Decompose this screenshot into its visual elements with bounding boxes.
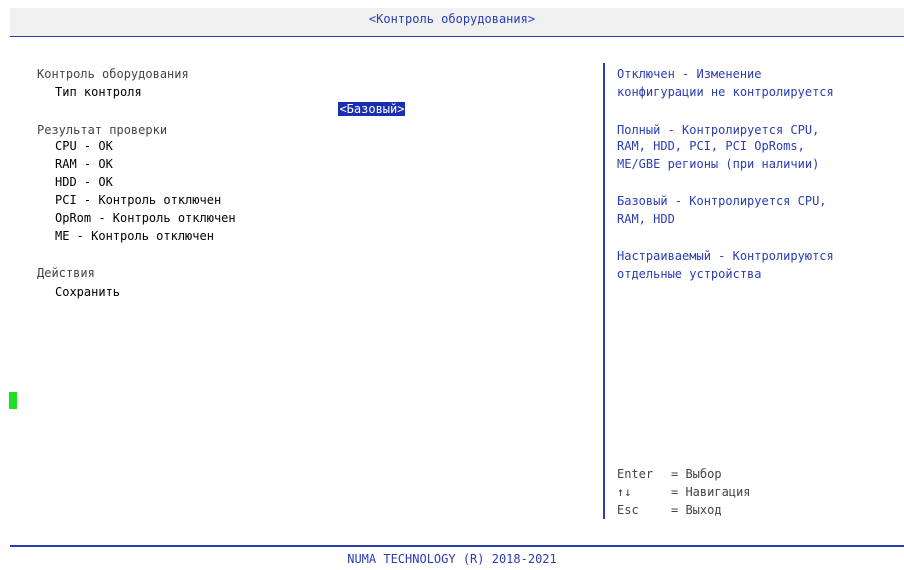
section-heading-result: Результат проверки <box>37 123 168 137</box>
help-line: конфигурации не контролируется <box>617 85 834 99</box>
section-heading-actions: Действия <box>37 266 95 280</box>
control-type-select[interactable]: <Базовый> <box>324 84 406 118</box>
arrows-icon: ↑↓ <box>617 485 632 499</box>
result-item-me: ME - Контроль отключен <box>55 229 214 243</box>
result-item-ram: RAM - OK <box>55 157 113 171</box>
result-item-pci: PCI - Контроль отключен <box>55 193 222 207</box>
save-button[interactable]: Сохранить <box>55 284 120 301</box>
key-esc-action: = Выход <box>671 503 722 517</box>
footer-copyright: NUMA TECHNOLOGY (R) 2018-2021 <box>347 552 557 566</box>
help-line: Базовый - Контролируется CPU, <box>617 194 827 208</box>
help-line: отдельные устройства <box>617 267 762 281</box>
control-type-value[interactable]: <Базовый> <box>338 102 406 116</box>
help-line: Настраиваемый - Контролируются <box>617 249 834 263</box>
page-title: <Контроль оборудования> <box>368 12 536 26</box>
help-line: RAM, HDD, PCI, PCI OpRoms, <box>617 139 805 153</box>
section-heading-control: Контроль оборудования <box>37 67 189 81</box>
help-line: RAM, HDD <box>617 212 675 226</box>
help-line: Полный - Контролируется CPU, <box>617 123 820 137</box>
result-item-cpu: CPU - OK <box>55 139 113 153</box>
help-line: ME/GBE регионы (при наличии) <box>617 157 820 171</box>
cursor-marker <box>9 392 17 409</box>
key-esc: Esc <box>617 503 639 517</box>
result-item-hdd: HDD - OK <box>55 175 113 189</box>
control-type-label[interactable]: Тип контроля <box>55 84 142 101</box>
result-item-oprom: OpRom - Контроль отключен <box>55 211 236 225</box>
panel-divider <box>603 63 605 519</box>
key-nav-action: = Навигация <box>671 485 751 499</box>
help-line: Отключен - Изменение <box>617 67 762 81</box>
key-enter: Enter <box>617 467 654 481</box>
key-enter-action: = Выбор <box>671 467 722 481</box>
footer-divider <box>10 545 904 547</box>
